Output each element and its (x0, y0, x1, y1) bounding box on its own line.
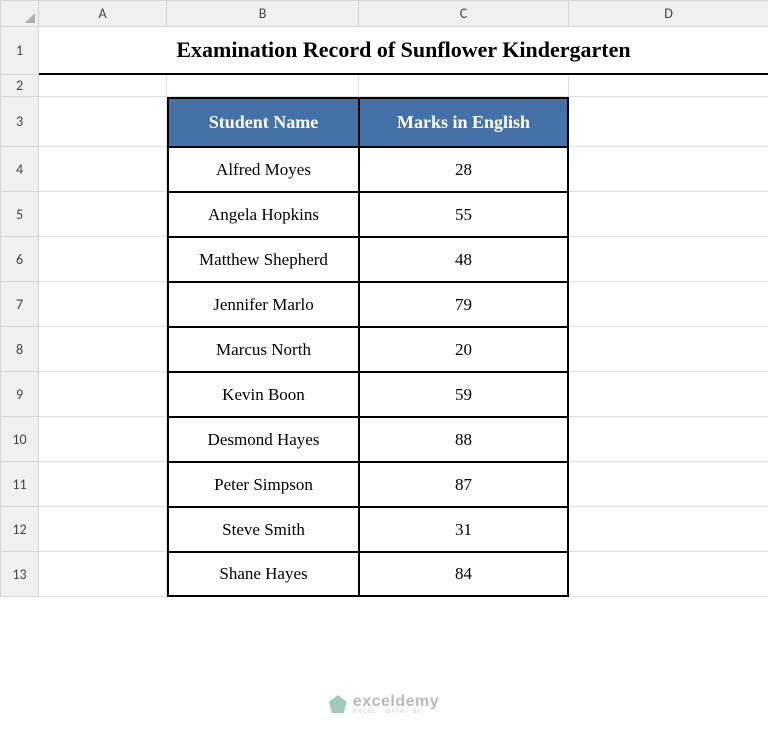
table-row[interactable]: 20 (359, 327, 569, 372)
table-header-marks[interactable]: Marks in English (359, 97, 569, 147)
col-header-D[interactable]: D (569, 1, 768, 27)
row-header-10[interactable]: 10 (1, 417, 39, 462)
cell-A5[interactable] (39, 192, 167, 237)
table-row[interactable]: 55 (359, 192, 569, 237)
table-row[interactable]: 28 (359, 147, 569, 192)
cell-D11[interactable] (569, 462, 768, 507)
table-header-name[interactable]: Student Name (167, 97, 359, 147)
table-row[interactable]: Marcus North (167, 327, 359, 372)
cell-A2[interactable] (39, 75, 167, 97)
cell-D9[interactable] (569, 372, 768, 417)
cell-D7[interactable] (569, 282, 768, 327)
table-row[interactable]: Peter Simpson (167, 462, 359, 507)
cell-D6[interactable] (569, 237, 768, 282)
row-header-12[interactable]: 12 (1, 507, 39, 552)
watermark: exceldemy EXCEL · DATA · BI (329, 693, 439, 715)
col-header-C[interactable]: C (359, 1, 569, 27)
table-row[interactable]: 48 (359, 237, 569, 282)
cell-D4[interactable] (569, 147, 768, 192)
watermark-sub: EXCEL · DATA · BI (353, 709, 439, 715)
row-header-9[interactable]: 9 (1, 372, 39, 417)
cell-A8[interactable] (39, 327, 167, 372)
cell-D8[interactable] (569, 327, 768, 372)
cell-D13[interactable] (569, 552, 768, 597)
row-header-6[interactable]: 6 (1, 237, 39, 282)
cell-A12[interactable] (39, 507, 167, 552)
row-header-4[interactable]: 4 (1, 147, 39, 192)
row-header-13[interactable]: 13 (1, 552, 39, 597)
cell-D10[interactable] (569, 417, 768, 462)
table-row[interactable]: Desmond Hayes (167, 417, 359, 462)
col-header-B[interactable]: B (167, 1, 359, 27)
cell-A10[interactable] (39, 417, 167, 462)
cell-A9[interactable] (39, 372, 167, 417)
select-all-corner[interactable] (1, 1, 39, 27)
row-header-5[interactable]: 5 (1, 192, 39, 237)
page-title[interactable]: Examination Record of Sunflower Kinderga… (39, 27, 768, 75)
table-row[interactable]: Jennifer Marlo (167, 282, 359, 327)
table-row[interactable]: 59 (359, 372, 569, 417)
cell-D2[interactable] (569, 75, 768, 97)
table-row[interactable]: 31 (359, 507, 569, 552)
row-header-8[interactable]: 8 (1, 327, 39, 372)
table-row[interactable]: Alfred Moyes (167, 147, 359, 192)
cell-A13[interactable] (39, 552, 167, 597)
table-row[interactable]: 79 (359, 282, 569, 327)
cell-A7[interactable] (39, 282, 167, 327)
cell-D5[interactable] (569, 192, 768, 237)
cell-C2[interactable] (359, 75, 569, 97)
cell-B2[interactable] (167, 75, 359, 97)
table-row[interactable]: Steve Smith (167, 507, 359, 552)
row-header-2[interactable]: 2 (1, 75, 39, 97)
table-row[interactable]: 87 (359, 462, 569, 507)
spreadsheet-grid: A B C D 1 Examination Record of Sunflowe… (0, 0, 768, 597)
table-row[interactable]: 88 (359, 417, 569, 462)
cell-A11[interactable] (39, 462, 167, 507)
cell-D3[interactable] (569, 97, 768, 147)
cell-A3[interactable] (39, 97, 167, 147)
row-header-1[interactable]: 1 (1, 27, 39, 75)
cell-A4[interactable] (39, 147, 167, 192)
table-row[interactable]: Shane Hayes (167, 552, 359, 597)
row-header-7[interactable]: 7 (1, 282, 39, 327)
table-row[interactable]: 84 (359, 552, 569, 597)
table-row[interactable]: Angela Hopkins (167, 192, 359, 237)
cell-D12[interactable] (569, 507, 768, 552)
table-row[interactable]: Kevin Boon (167, 372, 359, 417)
row-header-11[interactable]: 11 (1, 462, 39, 507)
logo-icon (329, 695, 347, 713)
table-row[interactable]: Matthew Shepherd (167, 237, 359, 282)
cell-A6[interactable] (39, 237, 167, 282)
row-header-3[interactable]: 3 (1, 97, 39, 147)
col-header-A[interactable]: A (39, 1, 167, 27)
